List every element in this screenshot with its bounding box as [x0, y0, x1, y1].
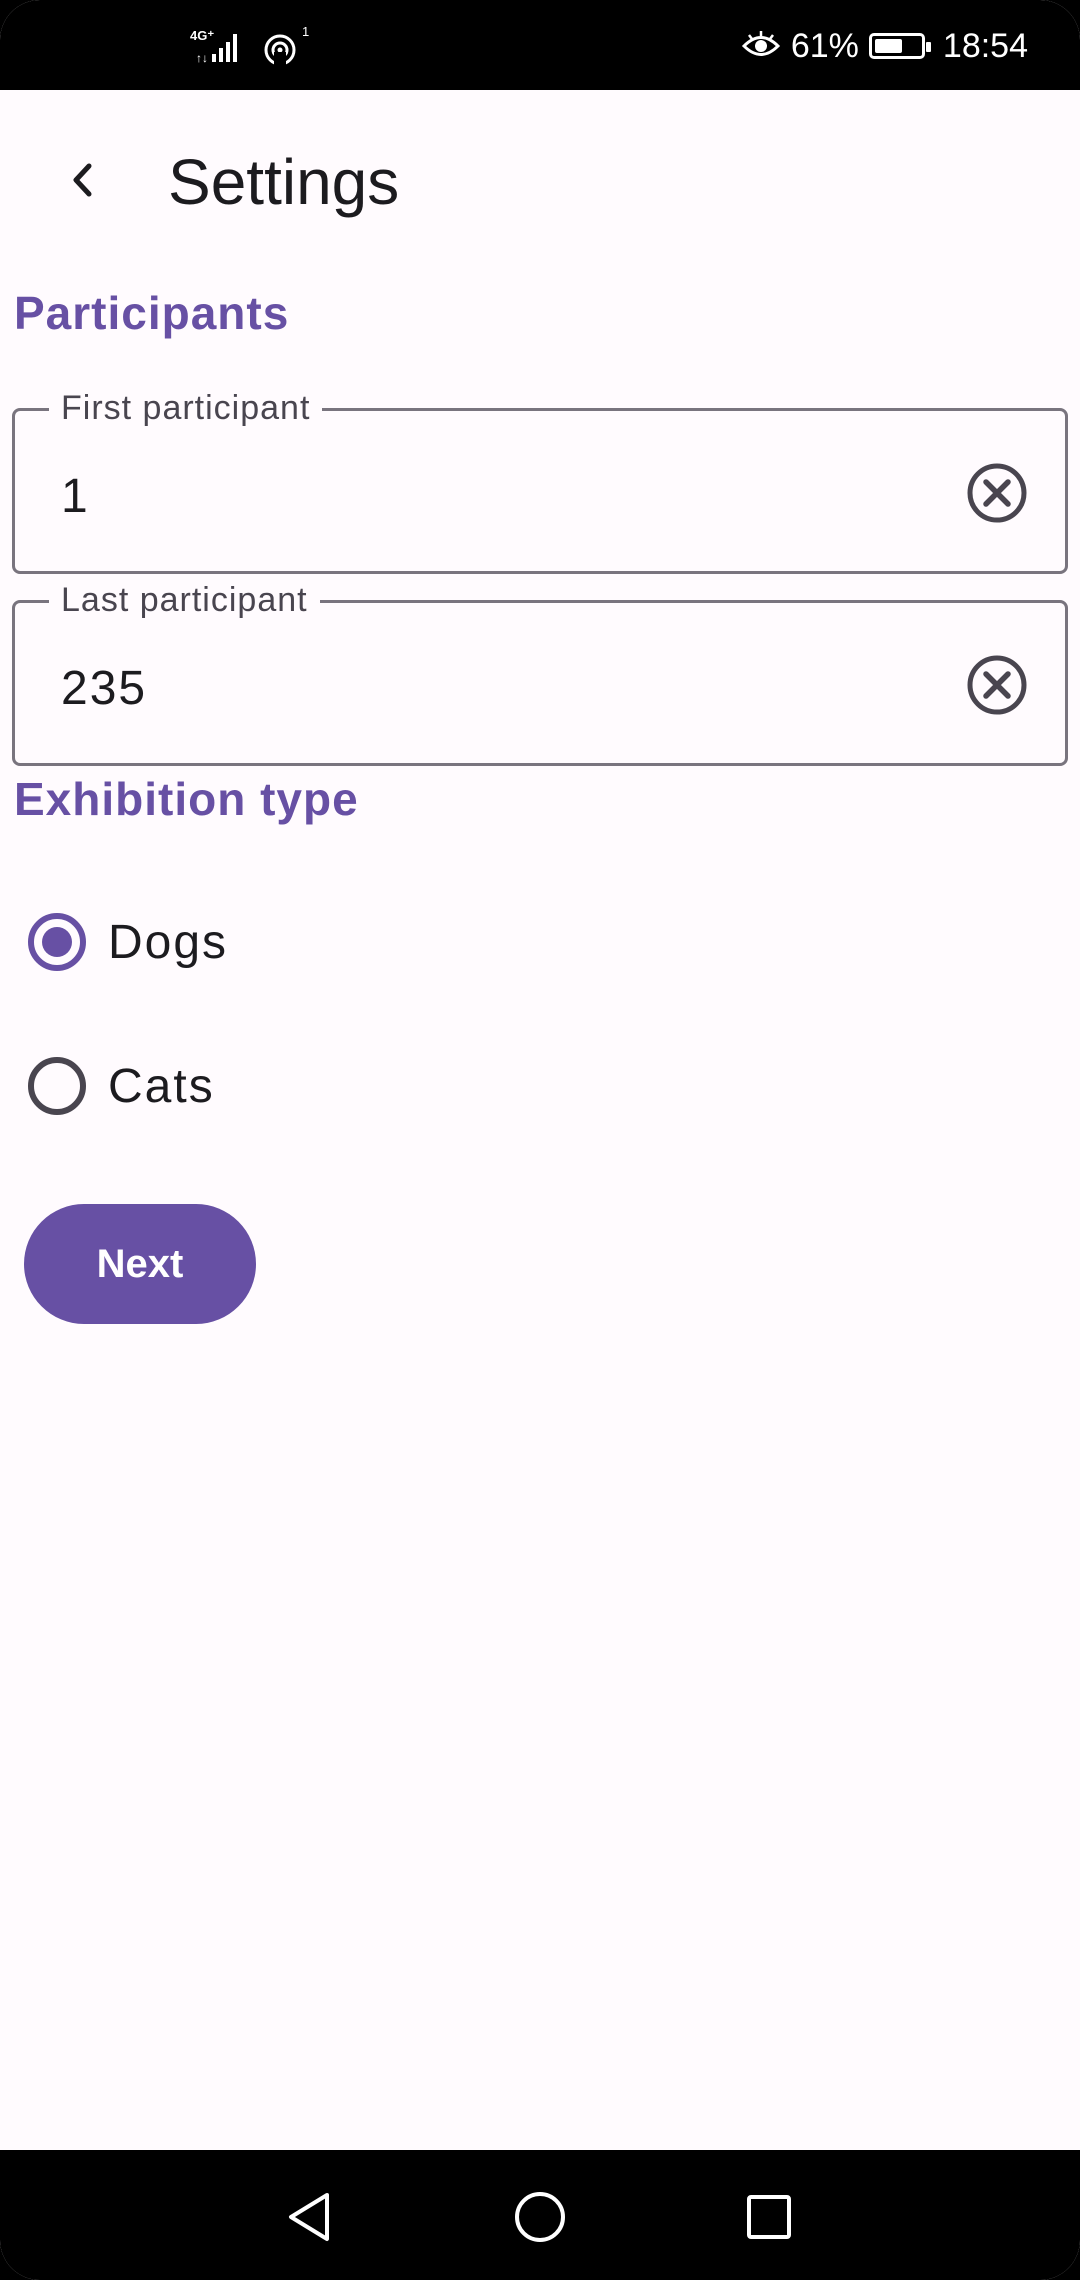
clear-circle-icon: [967, 655, 1027, 715]
radio-label-dogs: Dogs: [108, 915, 229, 969]
page-title: Settings: [168, 146, 400, 218]
next-button[interactable]: Next: [24, 1204, 256, 1324]
status-bar: 4G⁺ ↑↓ 1 61% 18:54: [0, 0, 1080, 90]
radio-button-dogs[interactable]: [28, 913, 86, 971]
battery-percent: 61%: [790, 26, 859, 65]
last-participant-input[interactable]: [61, 659, 921, 719]
back-button[interactable]: [44, 140, 124, 220]
radio-option-cats[interactable]: Cats: [28, 1046, 215, 1126]
radio-button-cats[interactable]: [28, 1057, 86, 1115]
back-triangle-icon: [289, 2193, 329, 2241]
nav-recents-button[interactable]: [734, 2182, 804, 2252]
participants-section-title: Participants: [14, 287, 290, 339]
radio-label-cats: Cats: [108, 1059, 215, 1113]
home-circle-icon: [515, 2192, 565, 2242]
clear-circle-icon: [967, 463, 1027, 523]
radio-option-dogs[interactable]: Dogs: [28, 902, 228, 982]
first-participant-field: First participant: [12, 386, 1068, 574]
nav-home-button[interactable]: [505, 2182, 575, 2252]
status-right: 61% 18:54: [741, 22, 1028, 70]
signal-icon: 4G⁺ ↑↓ 1: [190, 24, 309, 66]
status-time: 18:54: [942, 26, 1028, 65]
svg-text:↑↓: ↑↓: [196, 51, 208, 65]
battery-icon: [868, 33, 931, 59]
clear-last-participant-button[interactable]: [965, 653, 1029, 717]
chevron-left-icon: [73, 163, 92, 197]
navigation-bar: [0, 2150, 1080, 2280]
nav-back-button[interactable]: [274, 2182, 344, 2252]
clear-first-participant-button[interactable]: [965, 461, 1029, 525]
first-participant-input[interactable]: [61, 467, 921, 527]
svg-text:4G⁺: 4G⁺: [190, 28, 214, 43]
exhibition-section-title: Exhibition type: [14, 773, 359, 825]
svg-text:1: 1: [302, 24, 309, 39]
last-participant-field: Last participant: [12, 578, 1068, 766]
last-participant-label: Last participant: [49, 578, 320, 622]
battery-level: [874, 39, 902, 53]
eye-comfort-icon: [741, 31, 780, 56]
first-participant-label: First participant: [49, 386, 323, 430]
recents-square-icon: [747, 2195, 791, 2239]
app-bar: Settings: [0, 90, 1080, 290]
screen: 4G⁺ ↑↓ 1 61% 18:54 Settings Participants…: [0, 0, 1080, 2280]
